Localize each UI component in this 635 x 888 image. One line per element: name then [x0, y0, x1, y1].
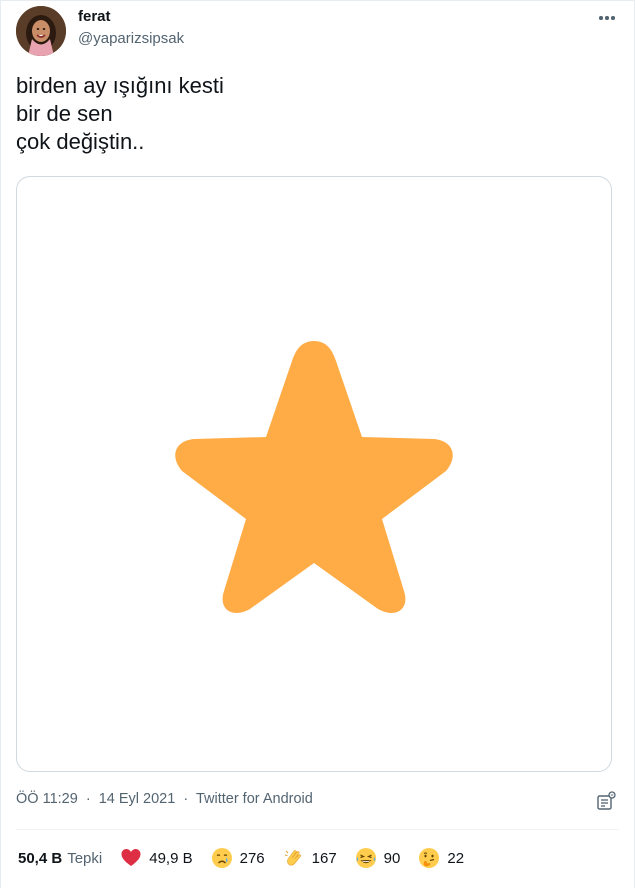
reactions-bar: 50,4 B Tepki 49,9 B 276 167 90 22	[18, 847, 482, 869]
reaction-count: 167	[311, 849, 337, 867]
analytics-icon[interactable]	[595, 790, 617, 812]
avatar[interactable]	[16, 6, 66, 56]
author-handle[interactable]: @yaparizsipsak	[78, 30, 184, 47]
frame-left-border	[0, 0, 1, 888]
reaction-count: 49,9 B	[149, 849, 193, 867]
tweet-source[interactable]: Twitter for Android	[196, 791, 313, 807]
clapping-hands-emoji-icon	[284, 850, 301, 866]
tweet-meta: ÖÖ 11:29 · 14 Eyl 2021 · Twitter for And…	[16, 791, 313, 807]
tweet-time[interactable]: ÖÖ 11:29	[16, 791, 78, 807]
more-options-icon[interactable]	[595, 6, 619, 30]
tweet-text: birden ay ışığını kesti bir de sen çok d…	[16, 72, 224, 156]
meta-separator: ·	[85, 791, 91, 807]
reaction-count: 276	[239, 849, 265, 867]
reaction-cry[interactable]: 276	[211, 847, 265, 869]
meta-separator: ·	[183, 791, 189, 807]
heart-emoji-icon	[121, 849, 141, 866]
reaction-heart[interactable]: 49,9 B	[120, 847, 193, 869]
tweet-media[interactable]	[16, 176, 612, 772]
tweet-text-line: birden ay ışığını kesti	[16, 73, 224, 98]
tweet-header: ferat @yaparizsipsak	[16, 6, 619, 56]
reactions-total[interactable]: 50,4 B	[18, 850, 62, 867]
thinking-face-emoji-icon	[419, 848, 440, 868]
crying-face-emoji-icon	[211, 848, 232, 868]
tweet-text-line: bir de sen	[16, 101, 113, 126]
laughing-face-emoji-icon	[355, 848, 376, 868]
tweet-text-line: çok değiştin..	[16, 129, 145, 154]
reaction-clap[interactable]: 167	[283, 847, 337, 869]
reaction-think[interactable]: 22	[418, 847, 464, 869]
author-name[interactable]: ferat	[78, 8, 111, 25]
frame-top-border	[0, 0, 635, 1]
star-icon	[175, 341, 453, 613]
reaction-count: 90	[383, 849, 401, 867]
reactions-total-label: Tepki	[67, 849, 103, 867]
tweet-date[interactable]: 14 Eyl 2021	[99, 791, 176, 807]
reaction-laugh[interactable]: 90	[355, 847, 401, 869]
avatar-image	[16, 6, 66, 56]
divider	[16, 829, 619, 830]
reaction-count: 22	[447, 849, 465, 867]
